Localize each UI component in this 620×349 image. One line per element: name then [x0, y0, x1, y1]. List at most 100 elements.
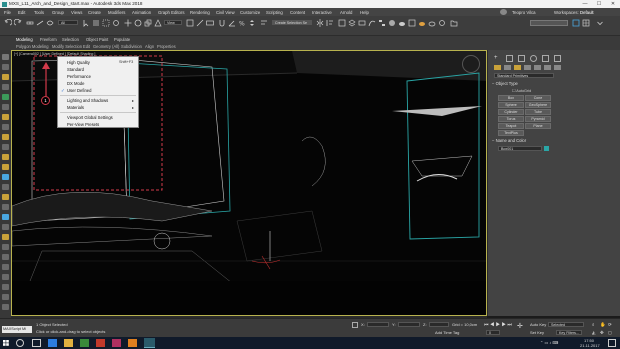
zoom-icon[interactable]: ⌕: [592, 322, 595, 327]
modify-tab-icon[interactable]: [506, 55, 513, 62]
textplus-button[interactable]: TextPlus: [498, 130, 524, 136]
box-button[interactable]: Box: [498, 95, 524, 101]
keyboard-shortcut-button[interactable]: [206, 19, 214, 27]
store-icon[interactable]: [80, 339, 89, 347]
menu-scripting[interactable]: Scripting: [266, 10, 283, 15]
playback-controls[interactable]: ⏮ ◀ ▶ ▶ ⏭: [484, 322, 512, 328]
ribbon-properties[interactable]: Properties: [157, 44, 176, 49]
viewport-layout-button-2[interactable]: [582, 19, 590, 27]
menu-item-lighting-shadows[interactable]: Lighting and Shadows ▸: [58, 97, 138, 104]
project-folder-button[interactable]: [450, 19, 458, 27]
unlink-button[interactable]: [36, 19, 44, 27]
app-icon-pink[interactable]: [112, 339, 121, 347]
file-explorer-icon[interactable]: [64, 339, 73, 347]
redo-button[interactable]: [13, 18, 22, 27]
system-tray-icons[interactable]: ⌃ ▭ ♪ ⌨: [540, 340, 558, 345]
helpers-category-icon[interactable]: [534, 65, 541, 70]
left-tool-door[interactable]: [2, 204, 9, 210]
left-tool-window[interactable]: [2, 214, 9, 220]
menu-file[interactable]: File: [4, 10, 11, 15]
walkthrough-icon[interactable]: ✥: [600, 330, 604, 336]
menu-help[interactable]: Help: [360, 10, 369, 15]
key-mode-icon[interactable]: ✛: [517, 323, 525, 331]
object-type-rollout[interactable]: − Object Type: [492, 81, 612, 87]
left-tool-move[interactable]: [2, 64, 9, 70]
edge-browser-icon[interactable]: [48, 339, 57, 347]
scene-explorer-button[interactable]: [338, 19, 346, 27]
left-tool-shape[interactable]: [2, 124, 9, 130]
systems-category-icon[interactable]: [554, 65, 561, 70]
fov-icon[interactable]: ◭: [592, 330, 595, 336]
left-tool-cloth[interactable]: [2, 294, 9, 300]
y-coordinate-field[interactable]: [398, 322, 420, 327]
scale-button[interactable]: [144, 19, 152, 27]
tube-button[interactable]: Tube: [525, 109, 551, 115]
primitive-type-dropdown[interactable]: Standard Primitives: [494, 73, 554, 78]
clock-time[interactable]: 17:50: [584, 338, 594, 343]
ribbon-subdivision[interactable]: Subdivision: [121, 44, 142, 49]
geosphere-button[interactable]: GeoSphere: [525, 102, 551, 108]
menu-item-standard[interactable]: Standard: [58, 66, 138, 73]
menu-item-performance[interactable]: Performance: [58, 73, 138, 80]
menu-item-high-quality[interactable]: High Quality Shift+F3: [58, 59, 138, 66]
menu-civil-view[interactable]: Civil View: [216, 10, 235, 15]
menu-item-materials[interactable]: Materials ▸: [58, 104, 138, 111]
snaps-toggle-button[interactable]: [218, 19, 226, 27]
minimize-button[interactable]: —: [578, 0, 592, 8]
auto-key-button[interactable]: Auto Key: [530, 322, 546, 327]
menu-arnold[interactable]: Arnold: [340, 10, 352, 15]
left-tool-light[interactable]: [2, 74, 9, 80]
left-tool-hair[interactable]: [2, 304, 9, 310]
ribbon-align[interactable]: Align: [145, 44, 154, 49]
cone-button[interactable]: Cone: [525, 95, 551, 101]
move-button[interactable]: [124, 19, 132, 27]
current-frame-field[interactable]: 0: [486, 330, 500, 335]
select-manipulate-button[interactable]: [196, 19, 204, 27]
auto-key-set-dropdown[interactable]: Selected: [548, 322, 584, 327]
undo-button[interactable]: [4, 18, 13, 27]
reference-coord-dropdown[interactable]: View: [164, 20, 182, 25]
maxscript-listener[interactable]: MAXScript Mi: [2, 326, 32, 333]
rotate-button[interactable]: [134, 19, 142, 27]
pan-icon[interactable]: ✋: [600, 322, 606, 328]
maximize-button[interactable]: ☐: [592, 0, 606, 8]
menu-content[interactable]: Content: [290, 10, 305, 15]
toolbar-overflow-button[interactable]: [596, 19, 604, 27]
name-color-rollout[interactable]: − Name and Color: [492, 138, 612, 144]
close-button[interactable]: ✕: [606, 0, 620, 8]
menu-views[interactable]: Views: [71, 10, 82, 15]
pyramid-button[interactable]: Pyramid: [525, 116, 551, 122]
left-tool-stairs[interactable]: [2, 224, 9, 230]
menu-item-viewport-global-settings[interactable]: Viewport Global Settings: [58, 114, 138, 121]
plane-button[interactable]: Plane: [525, 123, 551, 129]
menu-customize[interactable]: Customize: [240, 10, 260, 15]
maximize-viewport-icon[interactable]: ◻: [608, 330, 612, 336]
lock-selection-icon[interactable]: [352, 322, 358, 328]
ribbon-toggle-button[interactable]: [358, 19, 366, 27]
rendered-frame-button[interactable]: [408, 19, 416, 27]
left-tool-dynamics[interactable]: [2, 274, 9, 280]
left-tool-scale[interactable]: [2, 104, 9, 110]
angle-snap-button[interactable]: [228, 19, 236, 27]
left-tool-patch[interactable]: [2, 184, 9, 190]
menu-create[interactable]: Create: [88, 10, 101, 15]
tab-object-paint[interactable]: Object Paint: [86, 37, 108, 42]
notifications-icon[interactable]: [608, 339, 616, 347]
selection-filter-dropdown[interactable]: All: [58, 20, 78, 25]
left-tool-camera[interactable]: [2, 114, 9, 120]
utilities-tab-icon[interactable]: [554, 55, 561, 62]
workspaces-dropdown[interactable]: Default: [580, 10, 594, 15]
left-tool-foliage[interactable]: [2, 244, 9, 250]
select-by-name-button[interactable]: [92, 19, 100, 27]
shapes-category-icon[interactable]: [504, 65, 511, 70]
left-tool-particles[interactable]: [2, 164, 9, 170]
a360-button[interactable]: [438, 19, 446, 27]
edit-named-selection-button[interactable]: [260, 19, 268, 27]
spacewarps-category-icon[interactable]: [544, 65, 551, 70]
menu-item-dx-mode[interactable]: DX Mode: [58, 80, 138, 87]
plus-icon[interactable]: +: [494, 55, 502, 62]
cylinder-button[interactable]: Cylinder: [498, 109, 524, 115]
ribbon-modify-selection[interactable]: Modify Selection: [52, 44, 82, 49]
left-tool-wall[interactable]: [2, 264, 9, 270]
sphere-button[interactable]: Sphere: [498, 102, 524, 108]
